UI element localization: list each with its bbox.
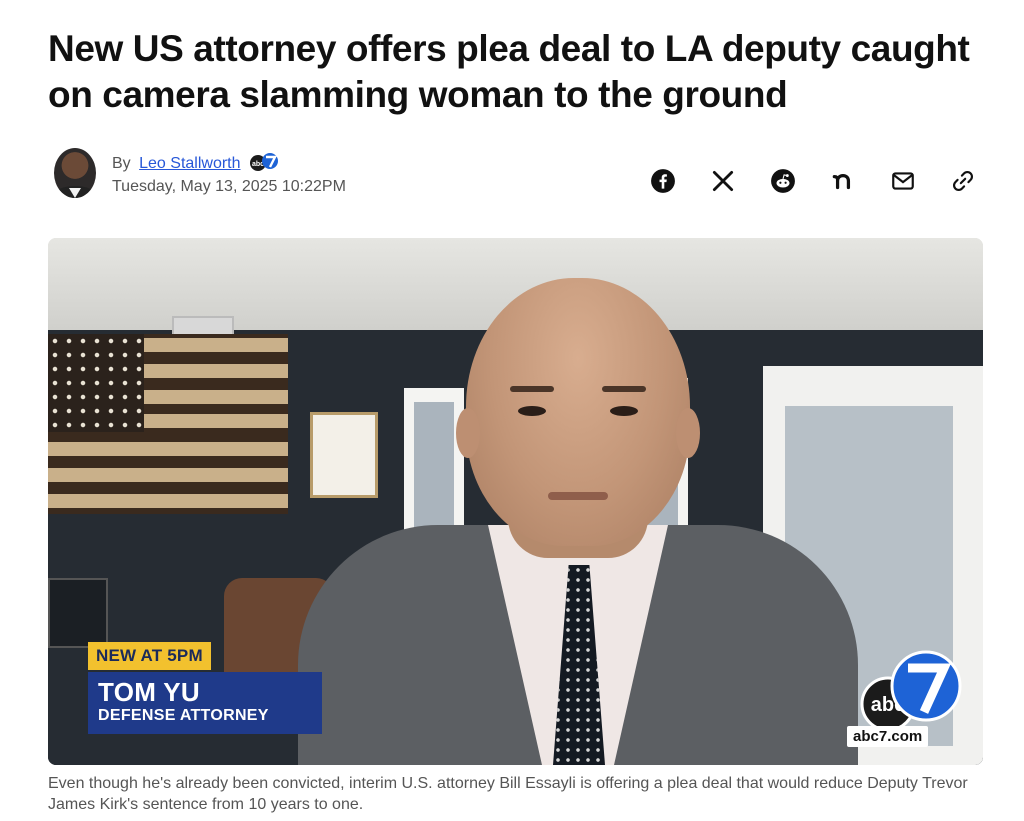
author-avatar[interactable] bbox=[54, 148, 96, 198]
station-url: abc7.com bbox=[847, 726, 929, 747]
interviewee bbox=[298, 268, 858, 765]
share-bar bbox=[650, 168, 976, 194]
facebook-icon[interactable] bbox=[650, 168, 676, 194]
lower-third: NEW AT 5PM TOM YU DEFENSE ATTORNEY bbox=[88, 642, 322, 734]
video-player[interactable]: NEW AT 5PM TOM YU DEFENSE ATTORNEY abc a… bbox=[48, 238, 983, 765]
article-headline: New US attorney offers plea deal to LA d… bbox=[48, 28, 970, 115]
publish-date: Tuesday, May 13, 2025 10:22PM bbox=[112, 178, 346, 195]
x-icon[interactable] bbox=[710, 168, 736, 194]
byline-text: By Leo Stallworth abc bbox=[112, 148, 279, 173]
lower-third-role: DEFENSE ATTORNEY bbox=[98, 707, 269, 724]
reddit-icon[interactable] bbox=[770, 168, 796, 194]
lower-third-nameplate: TOM YU DEFENSE ATTORNEY bbox=[88, 672, 322, 734]
byline: By Leo Stallworth abc Tuesday, May 13, 2… bbox=[48, 144, 988, 204]
abc7-logo-icon: abc bbox=[249, 152, 279, 172]
wooden-flag-decor bbox=[48, 334, 288, 514]
copy-link-icon[interactable] bbox=[950, 168, 976, 194]
video-caption: Even though he's already been convicted,… bbox=[48, 775, 968, 813]
computer-monitor bbox=[48, 578, 108, 648]
nextdoor-icon[interactable] bbox=[830, 168, 856, 194]
lower-third-tag: NEW AT 5PM bbox=[88, 642, 211, 670]
author-link[interactable]: Leo Stallworth bbox=[139, 155, 240, 172]
email-icon[interactable] bbox=[890, 168, 916, 194]
byline-prefix: By bbox=[112, 155, 131, 172]
lower-third-name: TOM YU bbox=[98, 677, 200, 707]
